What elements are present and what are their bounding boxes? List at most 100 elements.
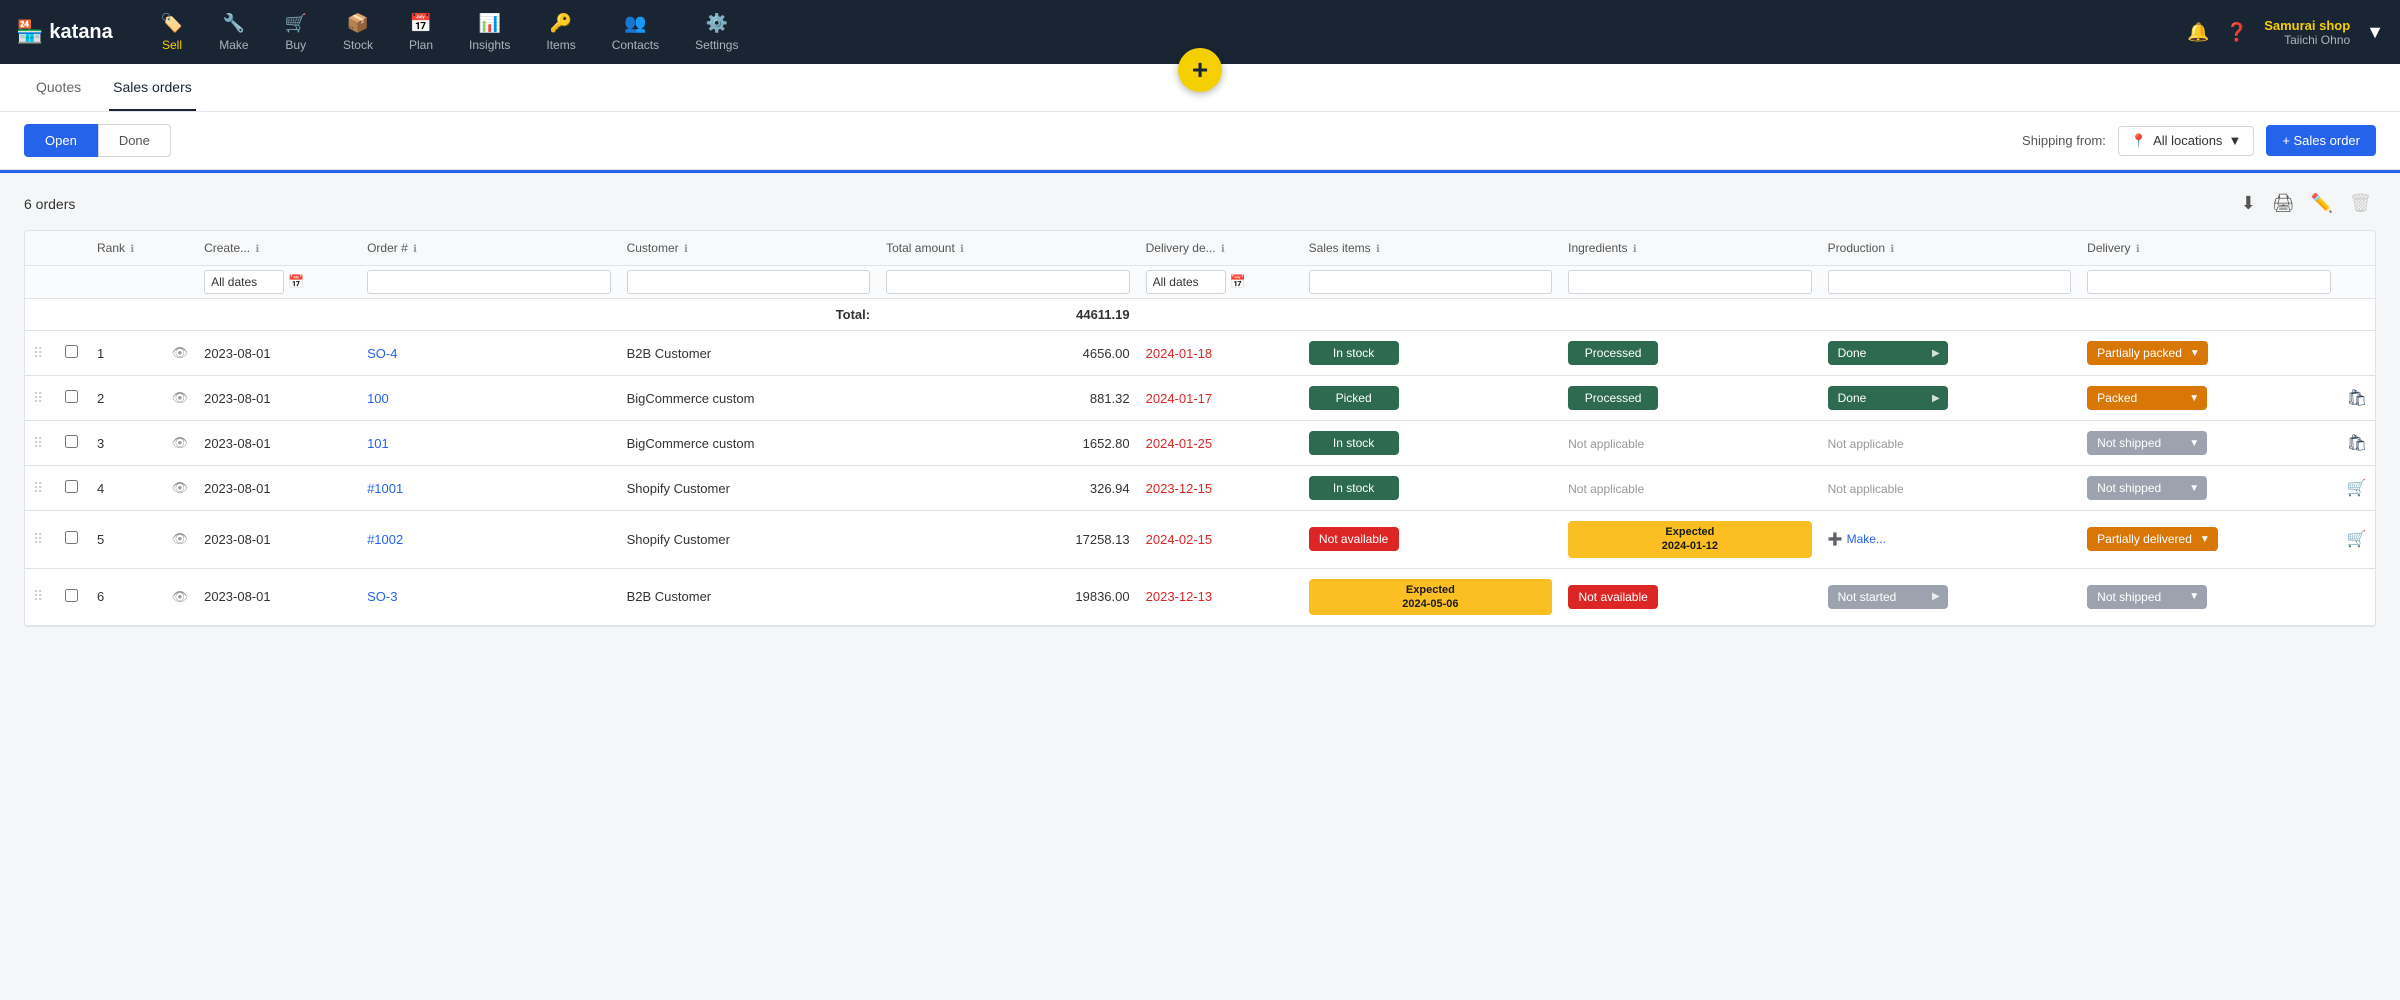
sales-items-5[interactable]: Not available — [1301, 511, 1561, 569]
created-6: 2023-08-01 — [196, 568, 359, 626]
order-filter[interactable] — [367, 270, 611, 294]
nav-item-sell[interactable]: 🏷️ Sell — [145, 5, 199, 60]
nav-item-contacts[interactable]: 👥 Contacts — [596, 5, 675, 60]
delivery-6[interactable]: Not shipped ▼ — [2079, 568, 2339, 626]
delivery-calendar-icon[interactable]: 📅 — [1230, 274, 1246, 290]
nav-item-settings[interactable]: ⚙️ Settings — [679, 5, 754, 60]
order-num-2[interactable]: 100 — [359, 376, 619, 421]
production-6[interactable]: Not started ▶ — [1820, 568, 2080, 626]
edit-icon[interactable]: ✏️ — [2307, 189, 2337, 218]
ingredients-filter[interactable] — [1568, 270, 1812, 294]
drag-handle[interactable]: ⠿ — [25, 511, 57, 569]
row-checkbox-5[interactable] — [57, 511, 89, 569]
drag-handle[interactable]: ⠿ — [25, 421, 57, 466]
delivery-date-filter[interactable] — [1146, 270, 1226, 294]
nav-item-make[interactable]: 🔧 Make — [203, 5, 264, 60]
order-num-5[interactable]: #1002 — [359, 511, 619, 569]
order-num-3[interactable]: 101 — [359, 421, 619, 466]
created-date-filter[interactable] — [204, 270, 284, 294]
drag-handle[interactable]: ⠿ — [25, 568, 57, 626]
sales-items-3[interactable]: In stock — [1301, 421, 1561, 466]
nav-label-settings: Settings — [695, 38, 738, 52]
make-plus-icon: ➕ — [1828, 532, 1843, 546]
customer-6: B2B Customer — [619, 568, 879, 626]
nav-item-stock[interactable]: 📦 Stock — [327, 5, 389, 60]
delivery-2[interactable]: Packed ▼ — [2079, 376, 2339, 421]
sales-items-filter[interactable] — [1309, 270, 1553, 294]
ingredients-1[interactable]: Processed — [1560, 331, 1820, 376]
ingredients-6[interactable]: Not available — [1560, 568, 1820, 626]
content-area: 6 orders ⬇ 🖨 ✏️ 🗑 Rank ℹ Create... — [0, 173, 2400, 643]
drag-handle[interactable]: ⠿ — [25, 466, 57, 511]
filter-tab-done[interactable]: Done — [98, 124, 171, 157]
tab-sales-orders[interactable]: Sales orders — [109, 65, 196, 111]
nav-item-plan[interactable]: 📅 Plan — [393, 5, 449, 60]
order-num-4[interactable]: #1001 — [359, 466, 619, 511]
make-link-5[interactable]: ➕ Make... — [1828, 532, 2072, 546]
nav-item-items[interactable]: 🔑 Items — [530, 5, 591, 60]
production-filter[interactable] — [1828, 270, 2072, 294]
sales-items-info-icon: ℹ — [1376, 244, 1380, 255]
delivery-filter[interactable] — [2087, 270, 2331, 294]
location-pin-icon: 📍 — [2131, 133, 2147, 149]
logo[interactable]: 🏪 katana — [16, 19, 113, 45]
row-checkbox-3[interactable] — [57, 421, 89, 466]
delivery-4[interactable]: Not shipped ▼ — [2079, 466, 2339, 511]
help-icon[interactable]: ❓ — [2226, 22, 2248, 43]
nav-item-buy[interactable]: 🛒 Buy — [269, 5, 323, 60]
row-checkbox-2[interactable] — [57, 376, 89, 421]
production-arrow-6: ▶ — [1932, 591, 1940, 602]
production-label-6: Not started — [1838, 590, 1897, 604]
nav-item-insights[interactable]: 📊 Insights — [453, 5, 526, 60]
delivery-1[interactable]: Partially packed ▼ — [2079, 331, 2339, 376]
delivery-3[interactable]: Not shipped ▼ — [2079, 421, 2339, 466]
total-filter[interactable] — [886, 270, 1130, 294]
download-icon[interactable]: ⬇ — [2237, 189, 2260, 218]
drag-handle[interactable]: ⠿ — [25, 376, 57, 421]
delivery-label-4: Not shipped — [2097, 481, 2161, 495]
order-num-6[interactable]: SO-3 — [359, 568, 619, 626]
user-dropdown-arrow[interactable]: ▼ — [2366, 22, 2384, 43]
sales-items-1[interactable]: In stock — [1301, 331, 1561, 376]
orders-count: 6 orders — [24, 196, 75, 212]
drag-handle[interactable]: ⠿ — [25, 331, 57, 376]
filter-tabs: Open Done — [24, 124, 171, 157]
production-2[interactable]: Done ▶ — [1820, 376, 2080, 421]
customer-filter[interactable] — [627, 270, 871, 294]
delivery-dropdown-5: ▼ — [2200, 534, 2210, 545]
add-button-circle[interactable]: + — [1178, 48, 1222, 92]
eye-icon-4[interactable]: 👁 — [164, 466, 197, 511]
eye-icon-1[interactable]: 👁 — [164, 331, 197, 376]
sales-items-4[interactable]: In stock — [1301, 466, 1561, 511]
eye-icon-2[interactable]: 👁 — [164, 376, 197, 421]
ingredients-2[interactable]: Processed — [1560, 376, 1820, 421]
created-1: 2023-08-01 — [196, 331, 359, 376]
total-4: 326.94 — [878, 466, 1138, 511]
delivery-label-5: Partially delivered — [2097, 532, 2192, 546]
delete-icon[interactable]: 🗑 — [2345, 189, 2376, 218]
row-checkbox-1[interactable] — [57, 331, 89, 376]
row-checkbox-6[interactable] — [57, 568, 89, 626]
tab-quotes[interactable]: Quotes — [32, 65, 85, 111]
filter-tab-open[interactable]: Open — [24, 124, 98, 157]
orders-header: 6 orders ⬇ 🖨 ✏️ 🗑 — [24, 189, 2376, 218]
add-sales-order-button[interactable]: + Sales order — [2266, 125, 2376, 156]
order-num-1[interactable]: SO-4 — [359, 331, 619, 376]
print-icon[interactable]: 🖨 — [2268, 189, 2299, 218]
production-5[interactable]: ➕ Make... — [1820, 511, 2080, 569]
production-1[interactable]: Done ▶ — [1820, 331, 2080, 376]
row-checkbox-4[interactable] — [57, 466, 89, 511]
location-select[interactable]: 📍 All locations ▼ — [2118, 126, 2254, 156]
delivery-label-1: Partially packed — [2097, 346, 2182, 360]
table-row: ⠿ 5 👁 2023-08-01 #1002 Shopify Customer … — [25, 511, 2375, 569]
eye-icon-3[interactable]: 👁 — [164, 421, 197, 466]
order-info-icon: ℹ — [413, 244, 417, 255]
delivery-5[interactable]: Partially delivered ▼ — [2079, 511, 2339, 569]
calendar-icon[interactable]: 📅 — [288, 274, 304, 290]
notifications-icon[interactable]: 🔔 — [2187, 22, 2209, 43]
eye-icon-6[interactable]: 👁 — [164, 568, 197, 626]
sales-items-2[interactable]: Picked — [1301, 376, 1561, 421]
rank-3: 3 — [89, 421, 164, 466]
eye-icon-5[interactable]: 👁 — [164, 511, 197, 569]
customer-info-icon: ℹ — [684, 244, 688, 255]
